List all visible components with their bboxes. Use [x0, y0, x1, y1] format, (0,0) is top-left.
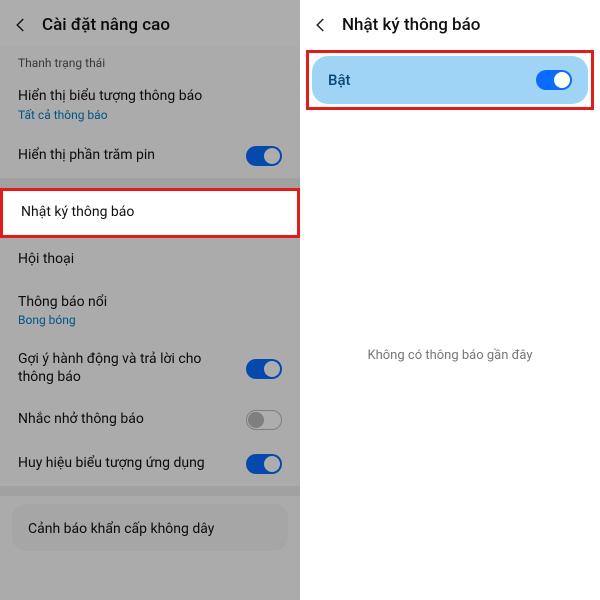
row-floating-notifications[interactable]: Thông báo nổi Bong bóng: [0, 282, 300, 340]
row-notification-icons[interactable]: Hiển thị biểu tượng thông báo Tất cả thô…: [0, 76, 300, 134]
section-label-statusbar: Thanh trạng thái: [0, 46, 300, 76]
toggle-enable-log[interactable]: [536, 70, 572, 90]
row-title: Gợi ý hành động và trả lời cho thông báo: [18, 351, 218, 386]
empty-state: Không có thông báo gần đây: [300, 110, 600, 600]
toggle-app-icon-badge[interactable]: [246, 454, 282, 474]
header-right: Nhật ký thông báo: [300, 0, 600, 46]
row-title: Hiển thị phần trăm pin: [18, 147, 155, 165]
page-title: Nhật ký thông báo: [342, 15, 480, 35]
row-emergency-alerts[interactable]: Cảnh báo khẩn cấp không dây: [12, 504, 288, 551]
page-title: Cài đặt nâng cao: [42, 15, 170, 35]
row-suggest-actions[interactable]: Gợi ý hành động và trả lời cho thông báo: [0, 339, 300, 398]
row-battery-percentage[interactable]: Hiển thị phần trăm pin: [0, 134, 300, 178]
divider: [0, 178, 300, 188]
toggle-suggest-actions[interactable]: [246, 359, 282, 379]
back-icon[interactable]: [310, 14, 332, 36]
row-title: Hội thoại: [18, 251, 74, 269]
row-notification-reminder[interactable]: Nhắc nhở thông báo: [0, 398, 300, 442]
row-subtitle: Tất cả thông báo: [18, 108, 202, 122]
advanced-settings-panel: Cài đặt nâng cao Thanh trạng thái Hiển t…: [0, 0, 300, 600]
toggle-label: Bật: [328, 71, 351, 89]
back-icon[interactable]: [10, 14, 32, 36]
row-title: Nhắc nhở thông báo: [18, 411, 144, 429]
row-title: Hiển thị biểu tượng thông báo: [18, 88, 202, 106]
row-enable-log[interactable]: Bật: [312, 56, 588, 104]
row-title: Cảnh báo khẩn cấp không dây: [28, 521, 214, 537]
row-title: Nhật ký thông báo: [21, 204, 134, 222]
toggle-battery-percentage[interactable]: [246, 146, 282, 166]
row-title: Thông báo nổi: [18, 294, 107, 312]
row-notification-log[interactable]: Nhật ký thông báo: [3, 191, 297, 235]
row-app-icon-badge[interactable]: Huy hiệu biểu tượng ứng dụng: [0, 442, 300, 486]
row-conversation[interactable]: Hội thoại: [0, 238, 300, 282]
row-subtitle: Bong bóng: [18, 313, 107, 327]
divider: [0, 486, 300, 496]
toggle-notification-reminder[interactable]: [246, 410, 282, 430]
highlight-notification-log: Nhật ký thông báo: [0, 188, 300, 238]
row-title: Huy hiệu biểu tượng ứng dụng: [18, 455, 205, 473]
empty-state-text: Không có thông báo gần đây: [367, 348, 532, 363]
highlight-enable-toggle: Bật: [306, 50, 594, 110]
notification-log-panel: Nhật ký thông báo Bật Không có thông báo…: [300, 0, 600, 600]
header-left: Cài đặt nâng cao: [0, 0, 300, 46]
